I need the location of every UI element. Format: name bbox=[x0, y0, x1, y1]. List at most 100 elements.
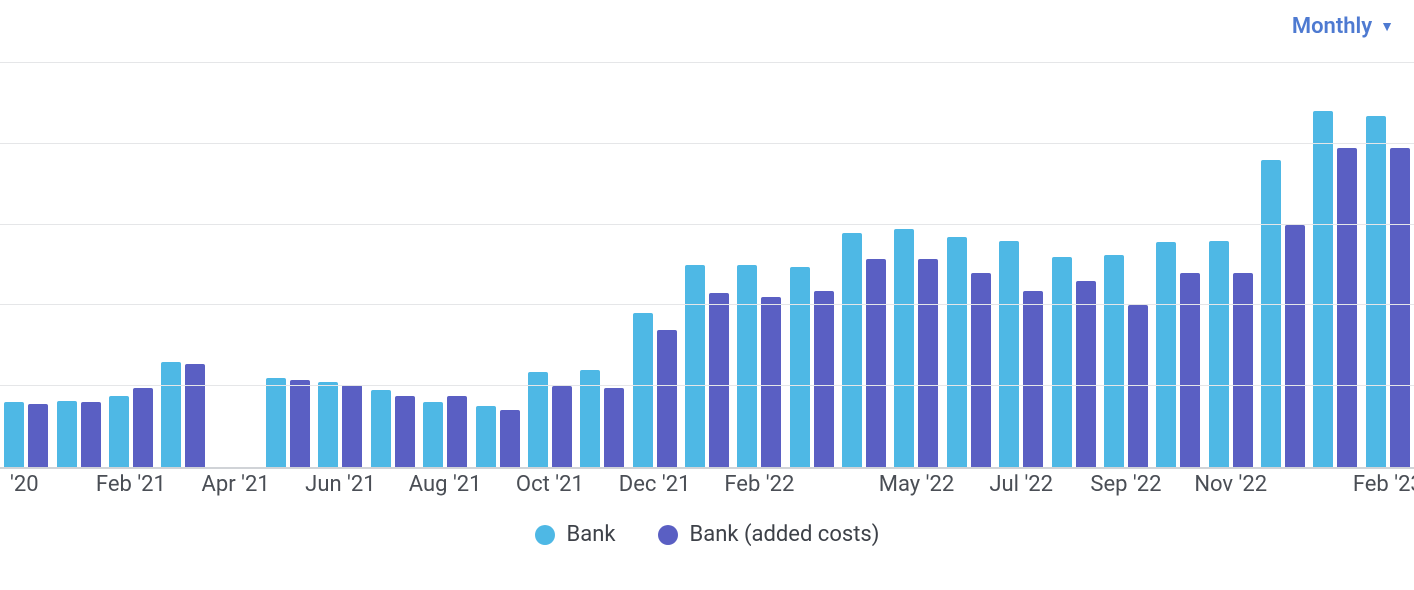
x-axis-tick-label: Jul '22 bbox=[989, 472, 1053, 497]
bar-bank bbox=[790, 267, 810, 467]
bar-group bbox=[790, 63, 834, 467]
bar-bank bbox=[685, 265, 705, 467]
legend-item-bank: Bank bbox=[535, 522, 616, 547]
bar-group bbox=[1052, 63, 1096, 467]
bar-group bbox=[1313, 63, 1357, 467]
bar-group bbox=[1104, 63, 1148, 467]
legend-item-bank-added: Bank (added costs) bbox=[658, 522, 880, 547]
x-axis-tick-label: Feb '22 bbox=[724, 472, 794, 497]
x-axis-tick-label: Feb '23 bbox=[1353, 472, 1414, 497]
bar-bank bbox=[1313, 111, 1333, 467]
bar-bank-added bbox=[1337, 148, 1357, 467]
bar-bank-added bbox=[1285, 225, 1305, 467]
bar-group bbox=[214, 63, 258, 467]
bar-bank-added bbox=[918, 259, 938, 467]
legend: Bank Bank (added costs) bbox=[0, 522, 1414, 547]
x-axis-tick-label: '20 bbox=[10, 472, 39, 497]
chart-container: Monthly ▼ '20 Feb '21 Apr '21 Jun '21 Aug '2… bbox=[0, 0, 1414, 590]
bar-group bbox=[371, 63, 415, 467]
x-axis-tick-label: Feb '21 bbox=[96, 472, 166, 497]
bar-group bbox=[1209, 63, 1253, 467]
bar-bank bbox=[318, 382, 338, 467]
bar-bank bbox=[1209, 241, 1229, 467]
bar-bank bbox=[109, 396, 129, 467]
bar-bank bbox=[371, 390, 391, 467]
bar-group bbox=[894, 63, 938, 467]
bar-bank bbox=[1366, 116, 1386, 467]
bar-group bbox=[842, 63, 886, 467]
legend-swatch-bank-added bbox=[658, 525, 678, 545]
bar-bank-added bbox=[1023, 291, 1043, 467]
bar-bank-added bbox=[552, 386, 572, 467]
bar-bank bbox=[1104, 255, 1124, 467]
bar-bank bbox=[1052, 257, 1072, 467]
legend-swatch-bank bbox=[535, 525, 555, 545]
bar-bank-added bbox=[447, 396, 467, 467]
bar-bank-added bbox=[604, 388, 624, 467]
legend-label-bank-added: Bank (added costs) bbox=[690, 522, 880, 547]
bar-bank-added bbox=[1128, 305, 1148, 467]
x-axis-tick-label: Nov '22 bbox=[1194, 472, 1267, 497]
bar-bank-added bbox=[814, 291, 834, 467]
bar-bank bbox=[947, 237, 967, 467]
bar-bank bbox=[476, 406, 496, 467]
bar-group bbox=[999, 63, 1043, 467]
bar-bank bbox=[999, 241, 1019, 467]
bar-group bbox=[528, 63, 572, 467]
x-axis-tick-label: Sep '22 bbox=[1090, 472, 1161, 497]
gridline bbox=[0, 224, 1414, 225]
bar-bank bbox=[842, 233, 862, 467]
legend-label-bank: Bank bbox=[567, 522, 616, 547]
chevron-down-icon: ▼ bbox=[1380, 18, 1394, 35]
bar-bank bbox=[1261, 160, 1281, 467]
bar-bank-added bbox=[185, 364, 205, 467]
bar-group bbox=[318, 63, 362, 467]
bar-group bbox=[57, 63, 101, 467]
x-axis-tick-label: Jun '21 bbox=[305, 472, 375, 497]
bar-group bbox=[737, 63, 781, 467]
bar-bank-added bbox=[971, 273, 991, 467]
bar-group bbox=[580, 63, 624, 467]
bar-group bbox=[1261, 63, 1305, 467]
period-selector[interactable]: Monthly ▼ bbox=[1292, 14, 1394, 39]
bar-group bbox=[685, 63, 729, 467]
bar-bank bbox=[4, 402, 24, 467]
bar-bank bbox=[423, 402, 443, 467]
bar-group bbox=[266, 63, 310, 467]
bar-group bbox=[423, 63, 467, 467]
bar-group bbox=[109, 63, 153, 467]
x-axis-tick-label: Dec '21 bbox=[619, 472, 691, 497]
x-axis-tick-label: May '22 bbox=[879, 472, 954, 497]
bar-bank-added bbox=[500, 410, 520, 467]
bar-group bbox=[1366, 63, 1410, 467]
x-axis-tick-label: Oct '21 bbox=[516, 472, 584, 497]
bar-group bbox=[161, 63, 205, 467]
bar-bank-added bbox=[761, 297, 781, 467]
x-axis-labels: '20 Feb '21 Apr '21 Jun '21 Aug '21 Oct '21 De… bbox=[0, 472, 1414, 496]
x-axis-tick-label: Aug '21 bbox=[409, 472, 482, 497]
gridline bbox=[0, 143, 1414, 144]
bar-bank-added bbox=[28, 404, 48, 467]
bar-bank bbox=[266, 378, 286, 467]
bar-bank-added bbox=[657, 330, 677, 467]
bar-bank-added bbox=[1076, 281, 1096, 467]
bar-group bbox=[1156, 63, 1200, 467]
bar-group bbox=[633, 63, 677, 467]
bar-bank bbox=[633, 313, 653, 467]
gridline bbox=[0, 304, 1414, 305]
bar-group bbox=[947, 63, 991, 467]
bar-bank bbox=[737, 265, 757, 467]
x-axis-tick-label: Apr '21 bbox=[202, 472, 270, 497]
bar-bank-added bbox=[1180, 273, 1200, 467]
plot-area bbox=[0, 62, 1414, 469]
bar-bank-added bbox=[133, 388, 153, 467]
bar-group bbox=[4, 63, 48, 467]
bar-bank-added bbox=[81, 402, 101, 467]
period-selector-label: Monthly bbox=[1292, 14, 1372, 39]
gridline bbox=[0, 385, 1414, 386]
bar-bank-added bbox=[395, 396, 415, 467]
gridline bbox=[0, 62, 1414, 63]
bar-bank-added bbox=[1233, 273, 1253, 467]
bar-bank-added bbox=[290, 380, 310, 467]
bar-bank-added bbox=[342, 385, 362, 467]
